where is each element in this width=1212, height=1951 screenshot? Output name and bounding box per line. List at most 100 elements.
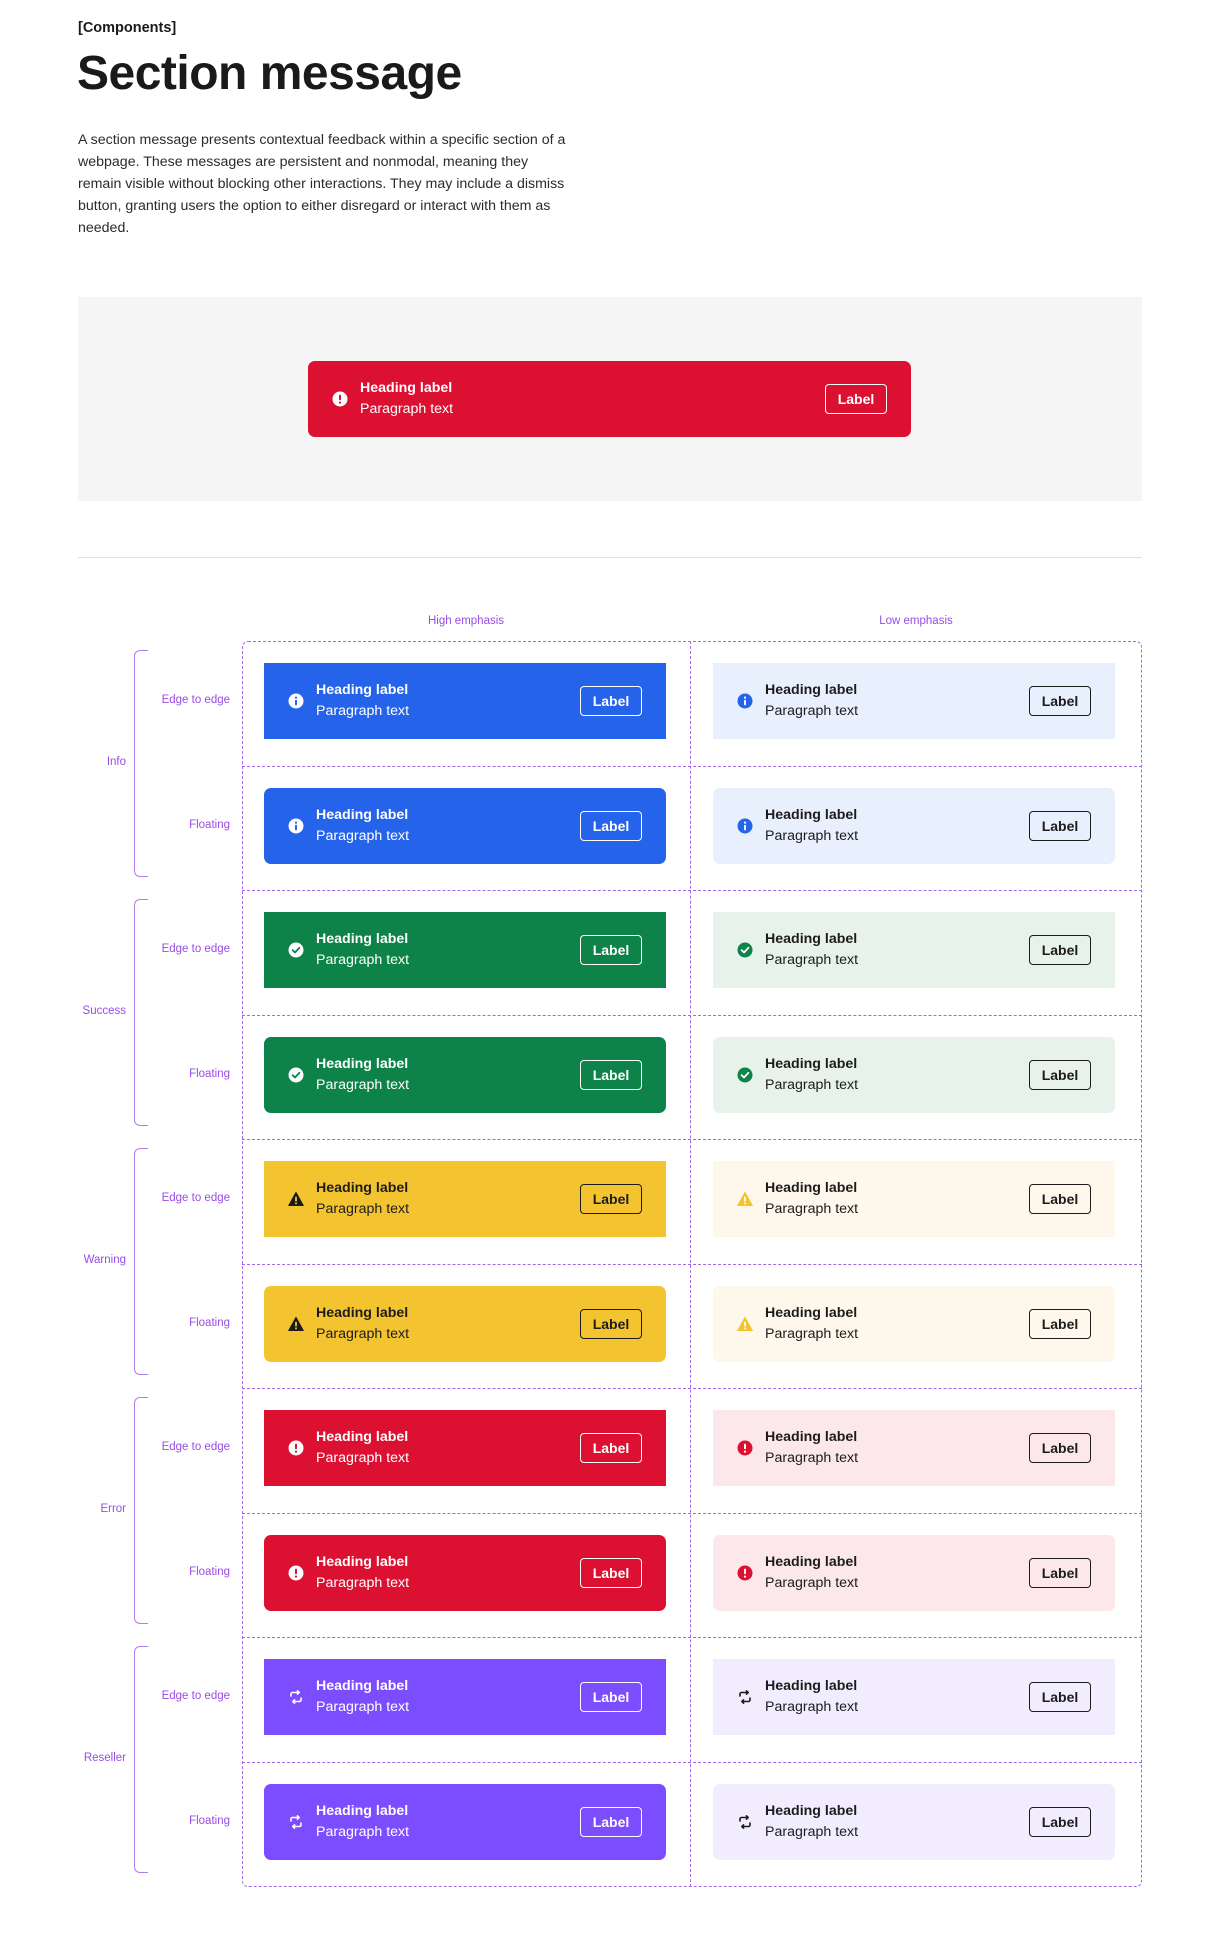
message-heading: Heading label [765,806,858,823]
message-action-button[interactable]: Label [580,810,642,841]
message-heading: Heading label [316,1055,409,1072]
message-action-button[interactable]: Label [580,1308,642,1339]
row-label-info-edge-to-edge: Edge to edge [161,694,230,706]
check-circle-icon [288,942,304,958]
success-group-bracket [134,899,148,1126]
error-icon [288,1440,304,1456]
message-heading: Heading label [765,682,858,698]
message-action-button[interactable]: Label [580,686,642,716]
column-label-high-emphasis: High emphasis [427,615,505,627]
section-message-success-high-edge-to-edge: Heading label Paragraph text Label [264,912,666,988]
page-description: A section message presents contextual fe… [78,132,566,236]
check-circle-icon [737,942,753,958]
message-heading: Heading label [765,1678,858,1694]
group-label-error: Error [100,1503,126,1516]
row-label-success-edge-to-edge: Edge to edge [161,943,230,955]
warning-icon [737,1316,753,1332]
message-paragraph: Paragraph text [765,1076,859,1093]
column-label-low-emphasis: Low emphasis [879,615,953,627]
grid-row-divider [242,1761,1142,1763]
message-paragraph: Paragraph text [316,952,410,968]
section-message-info-low-floating: Heading label Paragraph text Label [713,787,1115,864]
message-paragraph: Paragraph text [765,1325,859,1342]
message-heading: Heading label [765,1429,858,1445]
message-action-button[interactable]: Label [1029,1308,1091,1339]
message-heading: Heading label [765,1802,858,1819]
section-message-reseller-low-edge-to-edge: Heading label Paragraph text Label [713,1659,1115,1735]
grid-row-divider [242,1637,1142,1638]
section-message-warning-low-edge-to-edge: Heading label Paragraph text Label [713,1161,1115,1237]
section-message-reseller-high-floating: Heading label Paragraph text Label [264,1783,666,1860]
message-action-button[interactable]: Label [1029,810,1091,841]
message-action-button[interactable]: Label [580,1806,642,1837]
section-message-error-low-edge-to-edge: Heading label Paragraph text Label [713,1410,1115,1486]
message-action-button[interactable]: Label [1029,1682,1091,1712]
message-paragraph: Paragraph text [316,1823,410,1840]
message-paragraph: Paragraph text [316,1699,410,1715]
message-action-button[interactable]: Label [580,1682,642,1712]
group-label-success: Success [82,1005,126,1018]
message-action-button[interactable]: Label [580,1059,642,1090]
group-label-warning: Warning [83,1254,126,1267]
message-paragraph: Paragraph text [316,1574,410,1591]
section-message-warning-high-floating: Heading label Paragraph text Label [264,1285,666,1362]
section-message-info-low-edge-to-edge: Heading label Paragraph text Label [713,663,1115,739]
message-paragraph: Paragraph text [765,827,859,844]
grid-row-divider [242,890,1142,891]
row-label-error-edge-to-edge: Edge to edge [161,1441,230,1453]
message-heading: Heading label [765,1180,858,1196]
error-group-bracket [134,1397,148,1624]
grid-row-divider [242,1139,1142,1140]
section-divider [78,557,1142,558]
check-circle-icon [737,1067,753,1083]
section-message-warning-high-edge-to-edge: Heading label Paragraph text Label [264,1161,666,1237]
grid-row-divider [242,1263,1142,1265]
message-paragraph: Paragraph text [316,1201,410,1217]
refresh-icon [737,1814,753,1830]
grid-row-divider [242,765,1142,767]
message-action-button[interactable]: Label [1029,1433,1091,1463]
error-icon [737,1565,753,1581]
refresh-icon [737,1689,753,1705]
section-message-error-high-floating: Heading label Paragraph text Label [264,1534,666,1611]
row-label-error-floating: Floating [189,1565,230,1578]
message-action-button[interactable]: Label [1029,1059,1091,1090]
message-heading: Heading label [316,806,409,823]
section-message-success-high-floating: Heading label Paragraph text Label [264,1036,666,1113]
section-message-success-low-edge-to-edge: Heading label Paragraph text Label [713,912,1115,988]
check-circle-icon [288,1067,304,1083]
message-heading: Heading label [765,1055,858,1072]
row-label-reseller-edge-to-edge: Edge to edge [161,1690,230,1702]
message-heading: Heading label [316,1304,409,1321]
hero-section-message: Heading label Paragraph text Label [308,361,911,437]
message-action-button[interactable]: Label [1029,1557,1091,1588]
message-paragraph: Paragraph text [765,1823,859,1840]
message-heading: Heading label [316,1553,409,1570]
page-title: Section message [77,47,462,100]
info-icon [737,693,753,709]
message-action-button[interactable]: Label [1029,1806,1091,1837]
section-message-error-high-edge-to-edge: Heading label Paragraph text Label [264,1410,666,1486]
message-action-button[interactable]: Label [1029,1184,1091,1214]
error-icon [288,1565,304,1581]
message-paragraph: Paragraph text [360,401,454,417]
message-action-button[interactable]: Label [825,384,887,414]
message-heading: Heading label [316,1802,409,1819]
message-paragraph: Paragraph text [316,1450,410,1466]
warning-icon [288,1191,304,1207]
section-message-reseller-high-edge-to-edge: Heading label Paragraph text Label [264,1659,666,1735]
message-action-button[interactable]: Label [580,1184,642,1214]
message-paragraph: Paragraph text [765,1699,859,1715]
message-action-button[interactable]: Label [580,1433,642,1463]
section-message-info-high-floating: Heading label Paragraph text Label [264,787,666,864]
section-message-reseller-low-floating: Heading label Paragraph text Label [713,1783,1115,1860]
message-action-button[interactable]: Label [580,1557,642,1588]
message-heading: Heading label [765,1553,858,1570]
warning-icon [288,1316,304,1332]
message-action-button[interactable]: Label [1029,935,1091,965]
message-heading: Heading label [765,931,858,947]
message-action-button[interactable]: Label [1029,686,1091,716]
section-message-info-high-edge-to-edge: Heading label Paragraph text Label [264,663,666,739]
message-action-button[interactable]: Label [580,935,642,965]
message-paragraph: Paragraph text [316,827,410,844]
